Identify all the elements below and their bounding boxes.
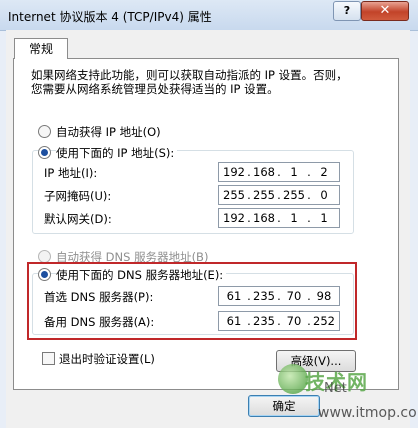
watermark-url: www.itmop.com bbox=[318, 405, 418, 421]
watermark-domain: Net bbox=[324, 381, 347, 396]
watermark-logo-icon bbox=[278, 364, 308, 394]
gateway-octet-3: 1 bbox=[290, 211, 298, 225]
gateway-octet-2: 168 bbox=[253, 211, 275, 225]
gateway-label: 默认网关(D): bbox=[44, 212, 112, 226]
dns-highlight-box bbox=[27, 262, 357, 340]
tab-general[interactable]: 常规 bbox=[14, 38, 68, 59]
ok-button[interactable]: 确定 bbox=[248, 395, 320, 417]
ip-address-label: IP 地址(I): bbox=[44, 166, 98, 180]
gateway-field[interactable]: 192 . 168 . 1 . 1 bbox=[218, 208, 340, 228]
ip-manual-label[interactable]: 使用下面的 IP 地址(S): bbox=[56, 145, 178, 161]
validate-label[interactable]: 退出时验证设置(L) bbox=[59, 351, 155, 367]
gateway-octet-4: 1 bbox=[320, 211, 328, 225]
ip-octet-3: 1 bbox=[290, 165, 298, 179]
mask-octet-1: 255 bbox=[223, 188, 245, 202]
mask-octet-3: 255 bbox=[283, 188, 305, 202]
ip-octet-1: 192 bbox=[223, 165, 245, 179]
help-button[interactable]: ? bbox=[333, 1, 361, 21]
gateway-octet-1: 192 bbox=[223, 211, 245, 225]
intro-text: 如果网络支持此功能，则可以获取自动指派的 IP 设置。否则， 您需要从网络系统管… bbox=[31, 68, 381, 96]
ip-octet-4: 2 bbox=[320, 165, 328, 179]
ip-auto-label[interactable]: 自动获得 IP 地址(O) bbox=[56, 124, 161, 140]
intro-line-2: 您需要从网络系统管理员处获得适当的 IP 设置。 bbox=[31, 82, 279, 96]
ip-address-field[interactable]: 192 . 168 . 1 . 2 bbox=[218, 162, 340, 182]
ip-octet-2: 168 bbox=[253, 165, 275, 179]
title-bar: Internet 协议版本 4 (TCP/IPv4) 属性 ? ✕ bbox=[0, 0, 418, 31]
intro-line-1: 如果网络支持此功能，则可以获取自动指派的 IP 设置。否则， bbox=[31, 68, 348, 82]
close-button[interactable]: ✕ bbox=[361, 1, 409, 21]
window-title: Internet 协议版本 4 (TCP/IPv4) 属性 bbox=[8, 10, 212, 24]
ip-auto-radio[interactable] bbox=[38, 125, 51, 138]
subnet-mask-label: 子网掩码(U): bbox=[44, 189, 112, 203]
validate-checkbox[interactable] bbox=[42, 352, 55, 365]
subnet-mask-field[interactable]: 255 . 255 . 255 . 0 bbox=[218, 185, 340, 205]
mask-octet-4: 0 bbox=[320, 188, 328, 202]
ip-manual-radio[interactable] bbox=[38, 146, 51, 159]
mask-octet-2: 255 bbox=[253, 188, 275, 202]
